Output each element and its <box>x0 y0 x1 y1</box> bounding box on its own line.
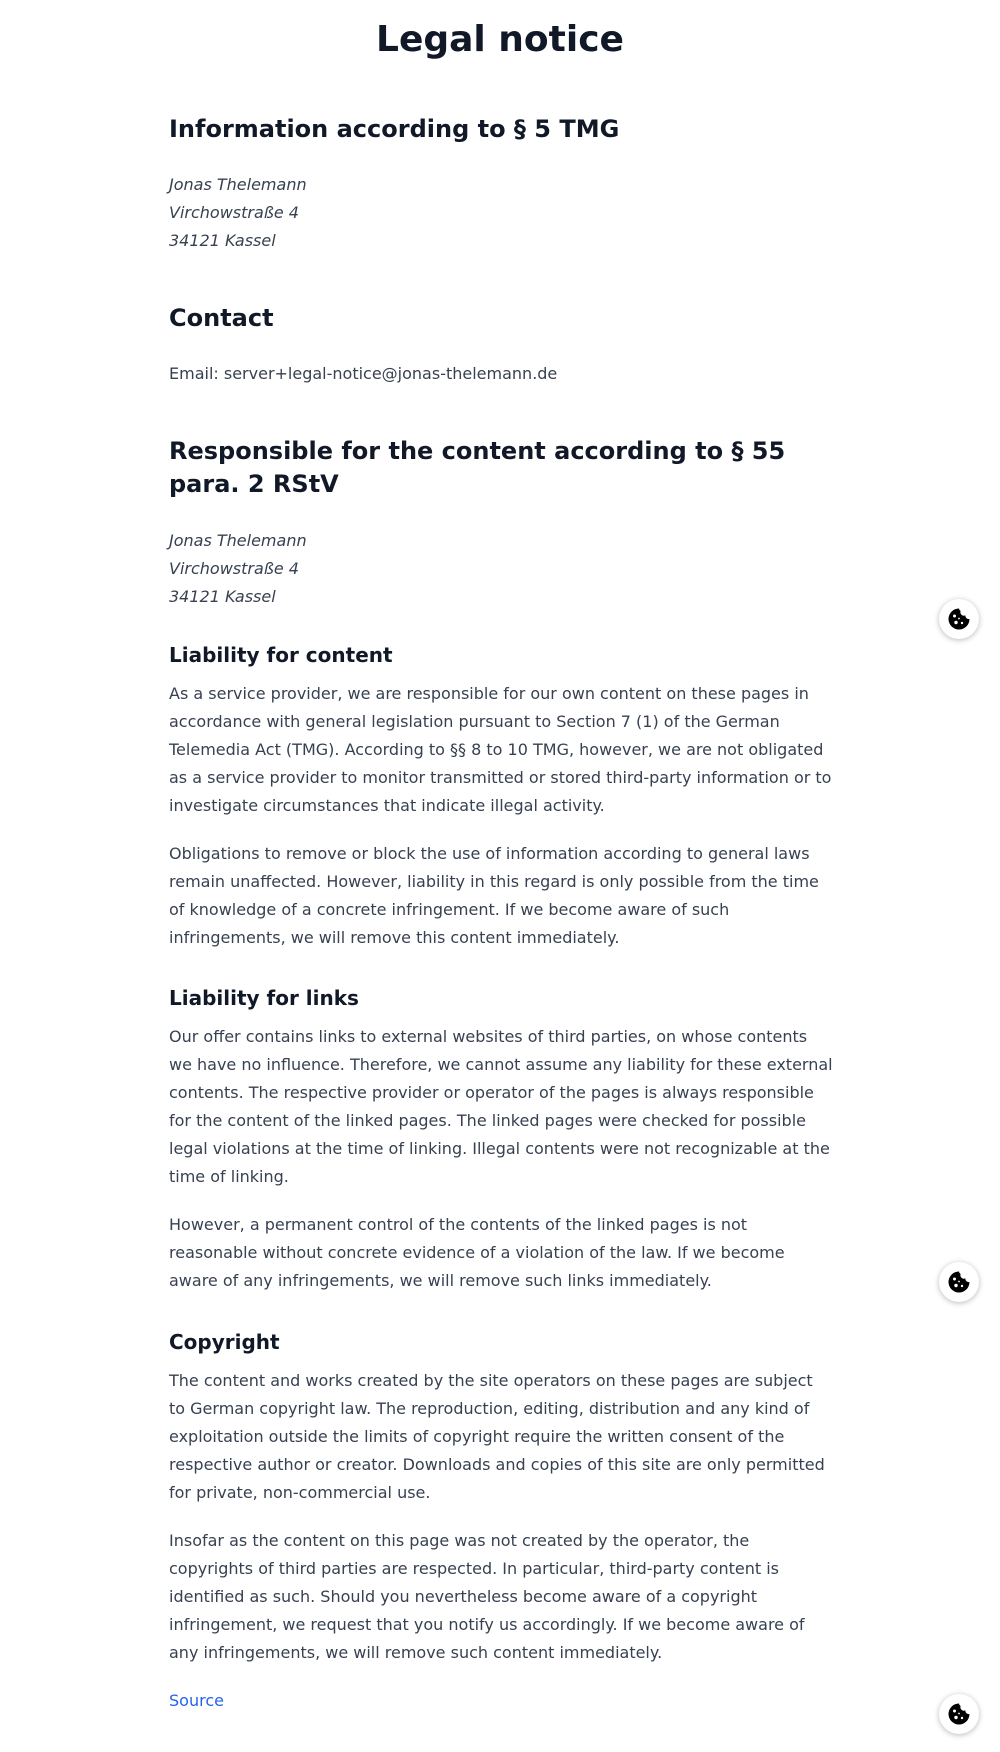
responsible-heading: Responsible for the content according to… <box>169 437 786 498</box>
info-heading: Information according to § 5 TMG <box>169 115 620 143</box>
liability-links-paragraph-2: However, a permanent control of the cont… <box>169 1215 785 1290</box>
address-city: 34121 Kassel <box>169 587 276 606</box>
copyright-paragraph-2: Insofar as the content on this page was … <box>169 1531 805 1662</box>
cookie-settings-button[interactable] <box>939 1262 979 1302</box>
contact-heading: Contact <box>169 304 274 332</box>
address-street: Virchowstraße 4 <box>169 559 299 578</box>
liability-links-paragraph-1: Our offer contains links to external web… <box>169 1027 833 1186</box>
cookie-settings-button[interactable] <box>939 1694 979 1734</box>
responsible-address: Jonas Thelemann Virchowstraße 4 34121 Ka… <box>169 527 307 611</box>
page-title: Legal notice <box>376 19 624 60</box>
contact-email: Email: server+legal-notice@jonas-thelema… <box>169 364 558 383</box>
address-city: 34121 Kassel <box>169 231 276 250</box>
cookie-icon <box>947 1702 971 1726</box>
cookie-settings-button[interactable] <box>939 599 979 639</box>
copyright-heading: Copyright <box>169 1330 280 1354</box>
info-address: Jonas Thelemann Virchowstraße 4 34121 Ka… <box>169 171 307 255</box>
liability-content-paragraph-1: As a service provider, we are responsibl… <box>169 684 832 815</box>
address-name: Jonas Thelemann <box>169 531 307 550</box>
cookie-icon <box>947 607 971 631</box>
copyright-paragraph-1: The content and works created by the sit… <box>169 1371 825 1502</box>
liability-content-paragraph-2: Obligations to remove or block the use o… <box>169 844 819 947</box>
cookie-icon <box>947 1270 971 1294</box>
source-link[interactable]: Source <box>169 1687 224 1715</box>
address-street: Virchowstraße 4 <box>169 203 299 222</box>
address-name: Jonas Thelemann <box>169 175 307 194</box>
liability-content-heading: Liability for content <box>169 643 393 667</box>
liability-links-heading: Liability for links <box>169 986 359 1010</box>
